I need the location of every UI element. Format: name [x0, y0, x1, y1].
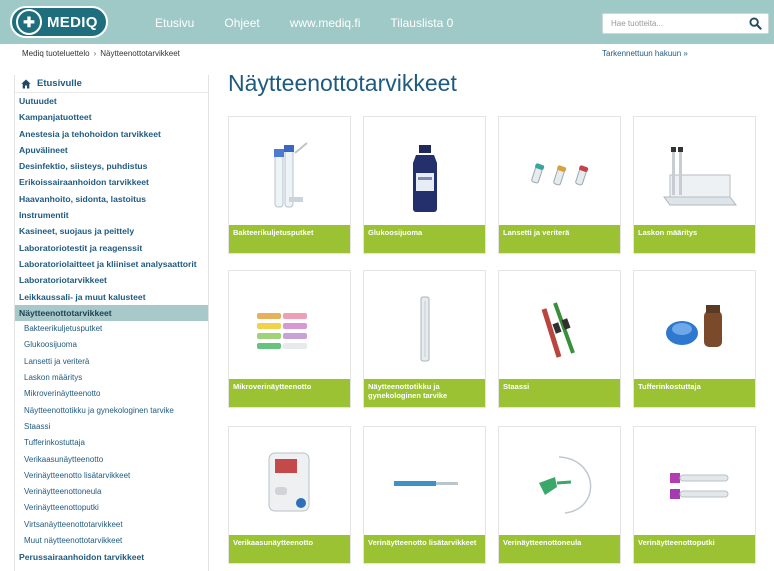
- sidebar-subitem[interactable]: Lansetti ja veriterä: [15, 354, 208, 370]
- nav-etusivu[interactable]: Etusivu: [155, 16, 194, 30]
- product-card[interactable]: Mikroverinäytteenotto: [228, 270, 351, 408]
- product-label: Verinäytteenotto lisätarvikkeet: [364, 535, 485, 563]
- breadcrumb-current: Näytteenottotarvikkeet: [100, 49, 180, 58]
- product-card[interactable]: Lansetti ja veriterä: [498, 116, 621, 254]
- nav-tilauslista[interactable]: Tilauslista 0: [390, 16, 453, 30]
- sidebar-subitem[interactable]: Laskon määritys: [15, 370, 208, 386]
- swab-moistener-icon: [666, 305, 722, 347]
- sidebar-subitem[interactable]: Staassi: [15, 419, 208, 435]
- advanced-search-link[interactable]: Tarkennettuun hakuun »: [602, 49, 688, 58]
- blood-tubes-icon: [670, 473, 729, 499]
- top-nav: Etusivu Ohjeet www.mediq.fi Tilauslista …: [155, 16, 483, 30]
- sidebar-subitem[interactable]: Mikroverinäytteenotto: [15, 386, 208, 402]
- mediq-logo[interactable]: ✚ MEDIQ: [10, 6, 108, 38]
- sidebar-item[interactable]: Uutuudet: [15, 93, 208, 109]
- product-card[interactable]: Laskon määritys: [633, 116, 756, 254]
- sidebar-item[interactable]: Kampanjatuotteet: [15, 109, 208, 125]
- sidebar-subitem[interactable]: Verinäytteenottoneula: [15, 484, 208, 500]
- sidebar-item[interactable]: Desinfektio, siisteys, puhdistus: [15, 158, 208, 174]
- swab-tubes-icon: [274, 142, 308, 208]
- sidebar-item-active[interactable]: Näytteenottotarvikkeet: [15, 304, 208, 322]
- sampling-stick-icon: [420, 296, 430, 362]
- product-label: Verinäytteenottoputki: [634, 535, 755, 563]
- product-label: Verinäytteenottoneula: [499, 535, 620, 563]
- product-card[interactable]: Verinäytteenotto lisätarvikkeet: [363, 426, 486, 564]
- search-icon[interactable]: [749, 17, 762, 30]
- sidebar-subitem[interactable]: Verinäytteenottoputki: [15, 500, 208, 516]
- sidebar-item[interactable]: Laboratoriotarvikkeet: [15, 272, 208, 288]
- lancet-icon: [531, 163, 589, 186]
- sidebar-item[interactable]: Perussairaanhoidon tarvikkeet: [15, 549, 208, 565]
- blood-gas-analyzer-icon: [268, 452, 310, 512]
- product-label: Näytteenottotikku ja gynekologinen tarvi…: [364, 379, 485, 407]
- top-bar: ✚ MEDIQ Etusivu Ohjeet www.mediq.fi Tila…: [0, 0, 774, 44]
- sidebar-item[interactable]: Leikkaussali- ja muut kalusteet: [15, 289, 208, 305]
- sidebar-subitem[interactable]: Glukoosijuoma: [15, 337, 208, 353]
- sed-rate-rack-icon: [663, 147, 737, 206]
- breadcrumb-separator: ›: [93, 49, 97, 58]
- sidebar-subitem[interactable]: Virtsanäytteenottotarvikkeet: [15, 517, 208, 533]
- sidebar-item[interactable]: Laboratoriotestit ja reagenssit: [15, 240, 208, 256]
- search-input[interactable]: [603, 19, 743, 28]
- sidebar-subitem[interactable]: Verinäytteenotto lisätarvikkeet: [15, 468, 208, 484]
- product-label: Staassi: [499, 379, 620, 407]
- search-box: [602, 13, 769, 34]
- logo-text: MEDIQ: [47, 13, 98, 31]
- product-card[interactable]: Staassi: [498, 270, 621, 408]
- butterfly-needle-icon: [539, 456, 592, 514]
- tourniquet-icon: [541, 302, 575, 358]
- sidebar-subitem[interactable]: Bakteerikuljetusputket: [15, 321, 208, 337]
- sidebar-item[interactable]: Anestesia ja tehohoidon tarvikkeet: [15, 126, 208, 142]
- product-label: Glukoosijuoma: [364, 225, 485, 253]
- product-label: Laskon määritys: [634, 225, 755, 253]
- product-card[interactable]: Verinäytteenottoneula: [498, 426, 621, 564]
- nav-ohjeet[interactable]: Ohjeet: [224, 16, 259, 30]
- category-sidebar: Etusivulle Uutuudet Kampanjatuotteet Ane…: [14, 75, 209, 571]
- glucose-bottle-icon: [413, 145, 437, 212]
- sidebar-subitem[interactable]: Verikaasunäytteenotto: [15, 452, 208, 468]
- product-label: Mikroverinäytteenotto: [229, 379, 350, 407]
- product-card[interactable]: Näytteenottotikku ja gynekologinen tarvi…: [363, 270, 486, 408]
- sidebar-subitem[interactable]: Tufferinkostuttaja: [15, 435, 208, 451]
- sidebar-item[interactable]: Kasineet, suojaus ja peittely: [15, 223, 208, 239]
- micro-tubes-icon: [257, 313, 307, 349]
- breadcrumb: Mediq tuoteluettelo › Näytteenottotarvikke…: [22, 49, 180, 58]
- product-card[interactable]: Verinäytteenottoputki: [633, 426, 756, 564]
- product-card[interactable]: Tufferinkostuttaja: [633, 270, 756, 408]
- sidebar-item[interactable]: Apuvälineet: [15, 142, 208, 158]
- page-title: Näytteenottotarvikkeet: [228, 70, 457, 96]
- sidebar-item[interactable]: Erikoissairaanhoidon tarvikkeet: [15, 174, 208, 190]
- product-card[interactable]: Verikaasunäytteenotto: [228, 426, 351, 564]
- sidebar-subitem[interactable]: Muut näytteenottotarvikkeet: [15, 533, 208, 549]
- product-card[interactable]: Bakteerikuljetusputket: [228, 116, 351, 254]
- caduceus-icon: ✚: [16, 9, 42, 35]
- sidebar-home-label: Etusivulle: [37, 78, 82, 89]
- nav-mediq-fi[interactable]: www.mediq.fi: [290, 16, 361, 30]
- product-label: Verikaasunäytteenotto: [229, 535, 350, 563]
- home-icon: [21, 79, 31, 88]
- product-label: Tufferinkostuttaja: [634, 379, 755, 407]
- product-label: Lansetti ja veriterä: [499, 225, 620, 253]
- sidebar-home[interactable]: Etusivulle: [15, 75, 208, 93]
- needle-holder-icon: [394, 481, 458, 486]
- product-card[interactable]: Glukoosijuoma: [363, 116, 486, 254]
- product-label: Bakteerikuljetusputket: [229, 225, 350, 253]
- breadcrumb-link-root[interactable]: Mediq tuoteluettelo: [22, 49, 90, 58]
- sidebar-item[interactable]: Haavanhoito, sidonta, lastoitus: [15, 191, 208, 207]
- sidebar-item[interactable]: Instrumentit: [15, 207, 208, 223]
- sidebar-subitem[interactable]: Näytteenottotikku ja gynekologinen tarvi…: [15, 403, 208, 419]
- sidebar-item[interactable]: Laboratoriolaitteet ja kliiniset analysa…: [15, 256, 208, 272]
